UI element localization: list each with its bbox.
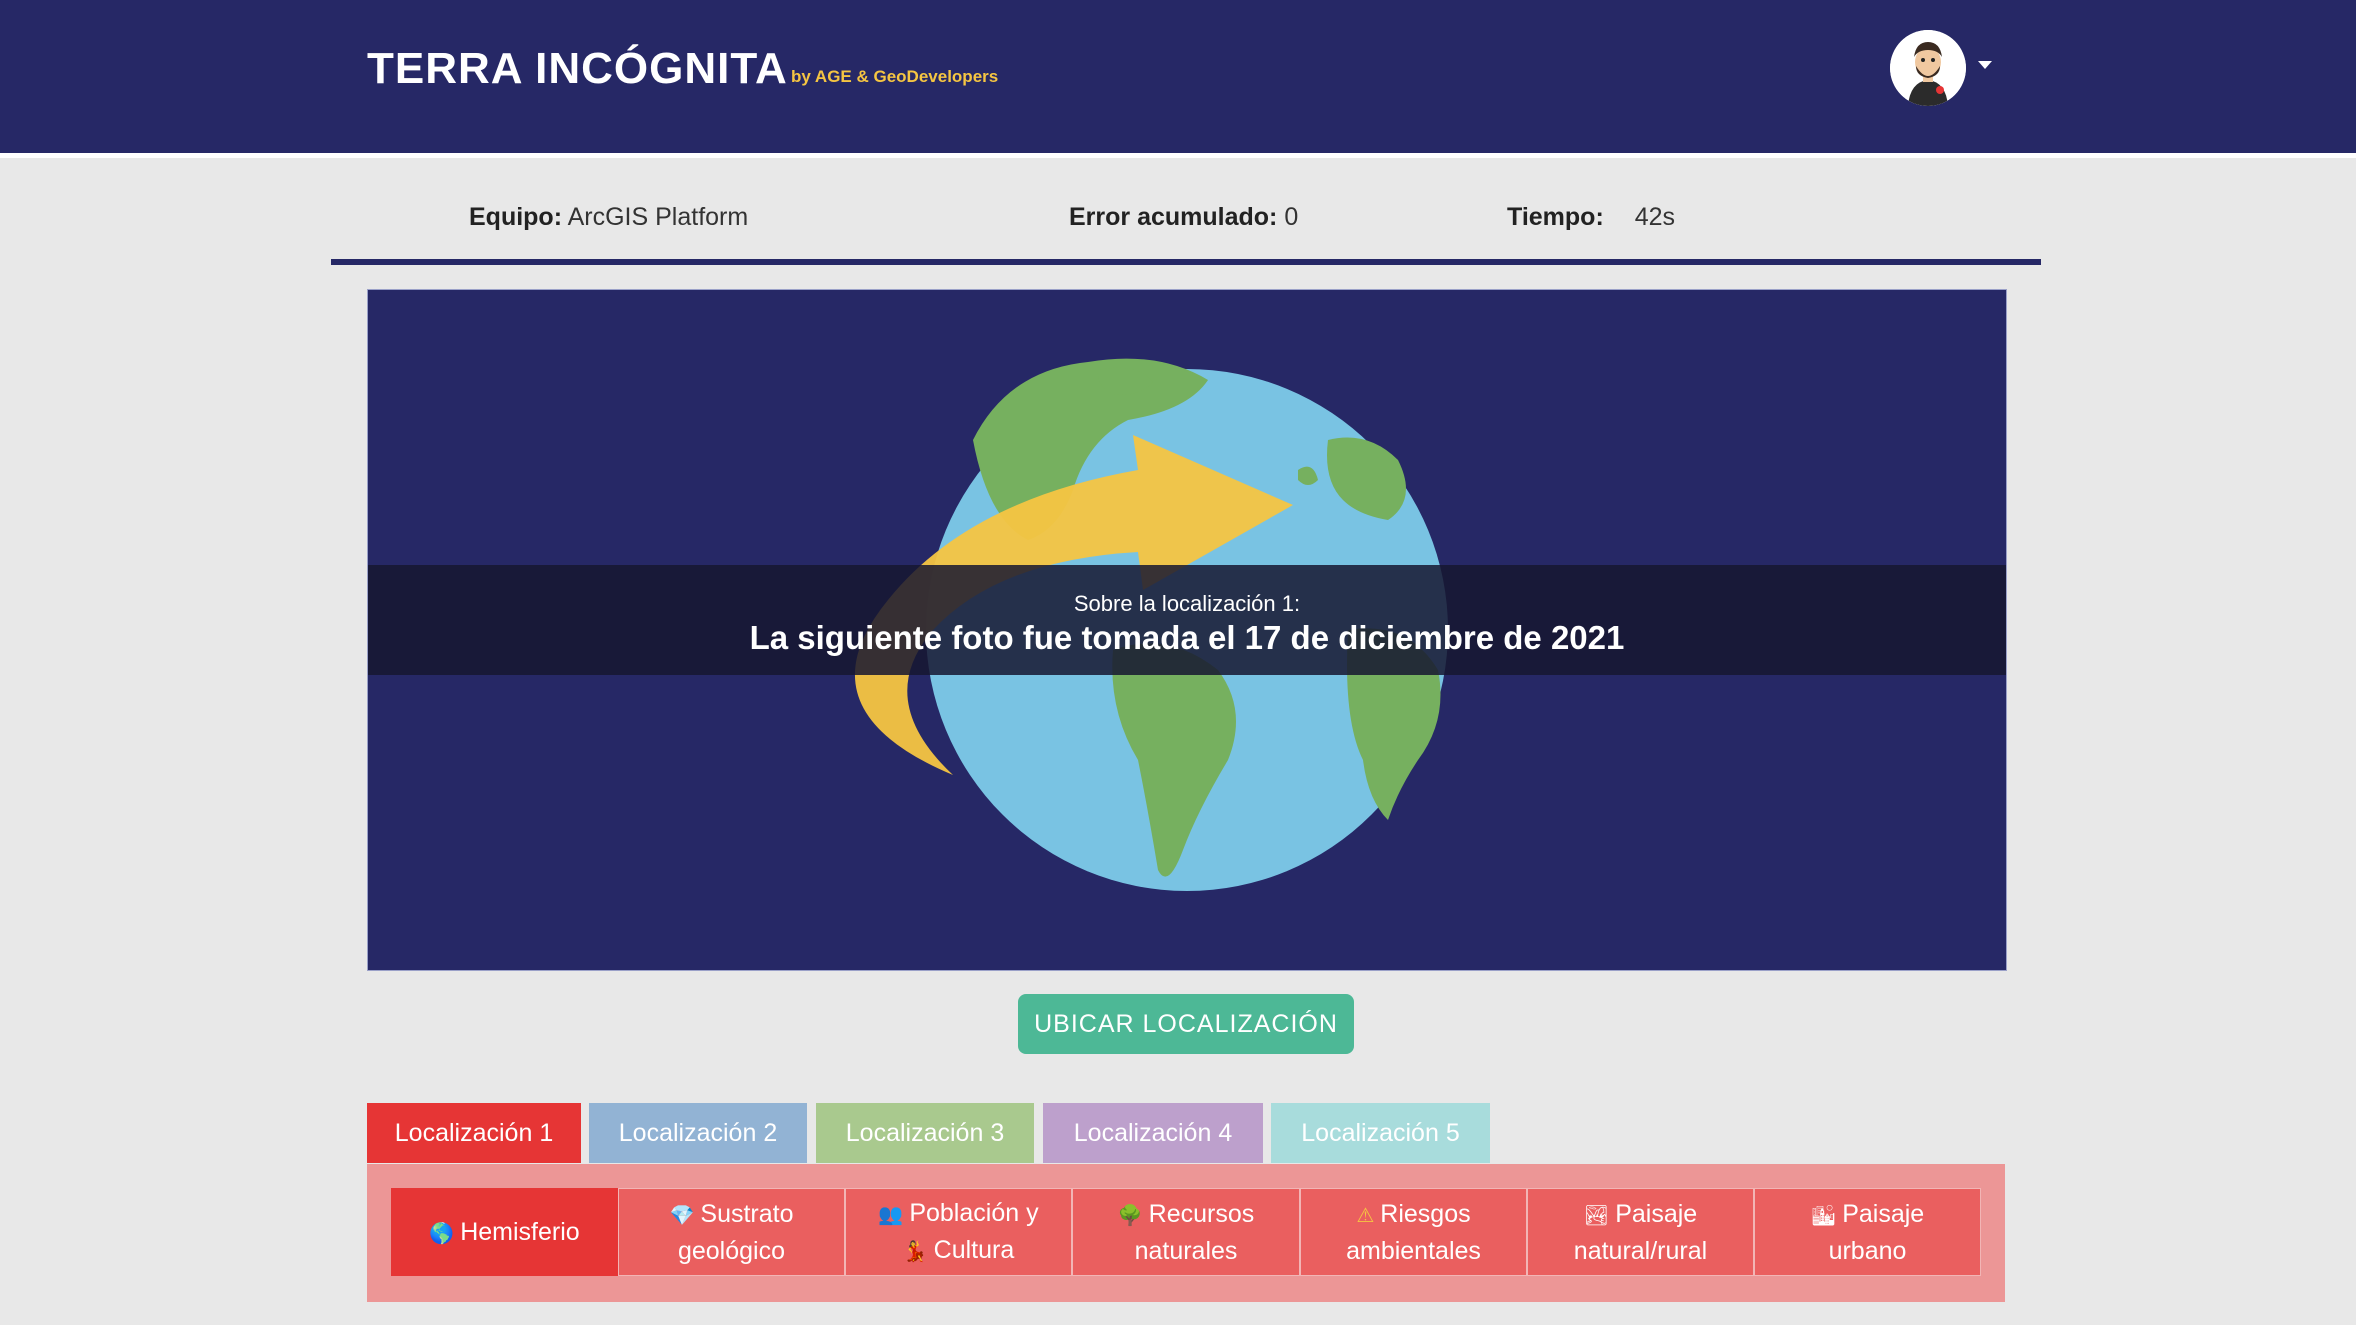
location-stage: Sobre la localización 1: La siguiente fo… bbox=[367, 289, 2007, 971]
category-geology-button[interactable]: 💎 Sustrato geológico bbox=[618, 1188, 845, 1276]
category-label: Sustrato bbox=[700, 1199, 794, 1228]
gem-icon: 💎 bbox=[669, 1202, 695, 1227]
dance-icon: 💃 bbox=[902, 1239, 928, 1263]
category-label: Hemisferio bbox=[460, 1217, 580, 1246]
category-label-line2: ambientales bbox=[1346, 1236, 1481, 1265]
user-avatar[interactable] bbox=[1890, 30, 1966, 106]
category-label-line2: naturales bbox=[1134, 1236, 1238, 1265]
tab-location-1[interactable]: Localización 1 bbox=[367, 1103, 581, 1163]
clue-category-panel: 🌎 Hemisferio 💎 Sustrato geológico 👥 Poblaci… bbox=[367, 1164, 2005, 1302]
team-label: Equipo: bbox=[469, 203, 563, 231]
team-stat: Equipo: ArcGIS Platform bbox=[469, 203, 748, 232]
game-stats-bar: Equipo: ArcGIS Platform Error acumulado:… bbox=[331, 183, 2041, 265]
tab-location-2[interactable]: Localización 2 bbox=[589, 1103, 807, 1163]
landscape-icon: 🏞 bbox=[1583, 1202, 1610, 1227]
category-label-line2: natural/rural bbox=[1573, 1236, 1708, 1265]
tab-location-5[interactable]: Localización 5 bbox=[1271, 1103, 1490, 1163]
team-value: ArcGIS Platform bbox=[567, 203, 749, 231]
banner-subtitle: Sobre la localización 1: bbox=[1073, 591, 1301, 616]
category-urban-landscape-button[interactable]: 🏙 Paisaje urbano bbox=[1754, 1188, 1981, 1276]
category-label-line2: urbano bbox=[1828, 1236, 1907, 1265]
people-icon: 👥 bbox=[878, 1202, 904, 1226]
time-stat: Tiempo: 42s bbox=[1507, 203, 1675, 232]
cityscape-icon: 🏙 bbox=[1810, 1202, 1837, 1227]
category-label-line2: Cultura bbox=[933, 1236, 1015, 1264]
top-navbar: TERRA INCÓGNITA by AGE & GeoDevelopers bbox=[0, 0, 2356, 158]
globe-icon: 🌎 bbox=[429, 1220, 455, 1245]
error-value: 0 bbox=[1284, 203, 1299, 231]
app-title[interactable]: TERRA INCÓGNITA bbox=[367, 44, 788, 94]
chevron-down-icon[interactable] bbox=[1978, 61, 1992, 69]
category-label: Riesgos bbox=[1380, 1199, 1471, 1228]
error-stat: Error acumulado: 0 bbox=[1069, 203, 1298, 232]
tab-location-3[interactable]: Localización 3 bbox=[816, 1103, 1034, 1163]
error-label: Error acumulado: bbox=[1069, 203, 1278, 231]
time-label: Tiempo: bbox=[1507, 203, 1604, 231]
banner-message: La siguiente foto fue tomada el 17 de di… bbox=[749, 619, 1625, 656]
category-population-button[interactable]: 👥 Población y 💃 Cultura bbox=[845, 1188, 1072, 1276]
app-subtitle: by AGE & GeoDevelopers bbox=[791, 67, 999, 86]
avatar-icon bbox=[1890, 30, 1966, 106]
category-label-line2: geológico bbox=[677, 1236, 785, 1265]
category-label: Paisaje bbox=[1615, 1199, 1698, 1228]
category-label: Recursos bbox=[1148, 1199, 1255, 1228]
category-risks-button[interactable]: ⚠ Riesgos ambientales bbox=[1300, 1188, 1527, 1276]
locate-location-button[interactable]: UBICAR LOCALIZACIÓN bbox=[1018, 994, 1354, 1054]
time-value: 42s bbox=[1634, 203, 1676, 231]
category-label: Población y bbox=[909, 1199, 1039, 1227]
category-hemisphere-button[interactable]: 🌎 Hemisferio bbox=[391, 1188, 618, 1276]
category-natural-landscape-button[interactable]: 🏞 Paisaje natural/rural bbox=[1527, 1188, 1754, 1276]
tab-location-4[interactable]: Localización 4 bbox=[1043, 1103, 1263, 1163]
tree-icon: 🌳 bbox=[1117, 1202, 1143, 1227]
category-resources-button[interactable]: 🌳 Recursos naturales bbox=[1072, 1188, 1300, 1276]
location-banner: Sobre la localización 1: La siguiente fo… bbox=[368, 565, 2006, 675]
warning-icon: ⚠ bbox=[1356, 1202, 1375, 1227]
category-label: Paisaje bbox=[1842, 1199, 1925, 1228]
